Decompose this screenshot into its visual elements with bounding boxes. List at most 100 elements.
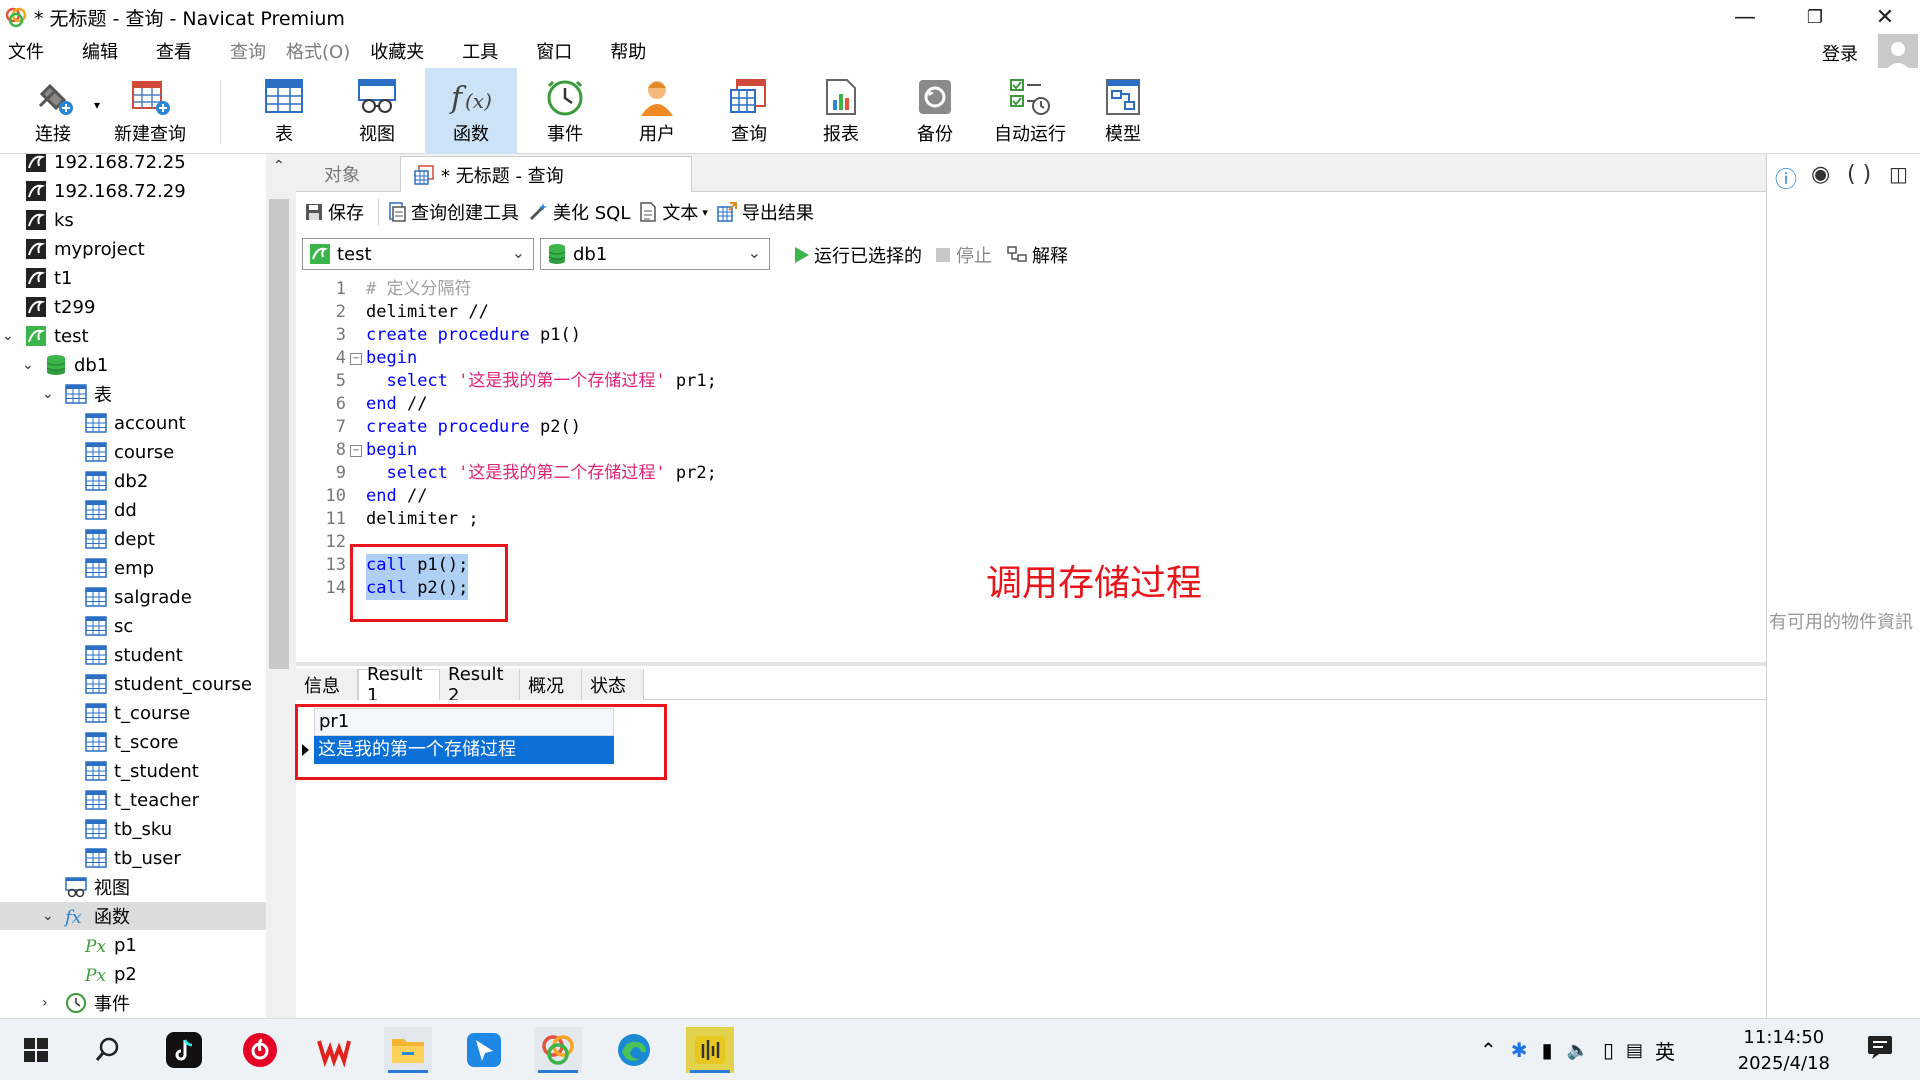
netease-music-icon[interactable] [236, 1027, 284, 1073]
table-button[interactable]: 表 [248, 68, 320, 154]
menu-favorites[interactable]: 收藏夹 [370, 38, 424, 64]
login-link[interactable]: 登录 [1822, 40, 1858, 66]
wps-office-icon[interactable] [310, 1027, 358, 1073]
connect-dropdown-icon[interactable]: ▾ [94, 98, 100, 112]
tab-result-1[interactable]: Result 1 [358, 664, 440, 706]
model-button[interactable]: 模型 [1086, 68, 1160, 154]
function-item[interactable]: Px p1 [0, 931, 266, 959]
info-icon[interactable]: ⓘ [1775, 162, 1797, 194]
table-item[interactable]: sc [0, 612, 266, 640]
connection-item[interactable]: myproject [0, 235, 266, 263]
table-item[interactable]: tb_sku [0, 815, 266, 843]
menu-query[interactable]: 查询 [230, 38, 266, 64]
database-item[interactable]: ⌄ db1 [0, 351, 266, 379]
windows-start-icon[interactable] [12, 1027, 60, 1073]
query-button[interactable]: 查询 [712, 68, 786, 154]
query-builder-button[interactable]: 查询创建工具 [387, 199, 519, 225]
table-item[interactable]: dept [0, 525, 266, 553]
minimize-button[interactable]: — [1710, 0, 1780, 34]
tab-result-2[interactable]: Result 2 [440, 664, 520, 706]
beautify-sql-button[interactable]: 美化 SQL [527, 199, 630, 225]
brackets-icon[interactable]: ( ) [1847, 162, 1871, 187]
restore-button[interactable]: ❐ [1780, 0, 1850, 34]
feishu-icon[interactable] [460, 1027, 508, 1073]
save-button[interactable]: 保存 [304, 199, 364, 225]
report-button[interactable]: 报表 [804, 68, 878, 154]
explain-button[interactable]: 解释 [1006, 242, 1068, 268]
views-group[interactable]: 视图 [0, 873, 266, 901]
layout-icon[interactable]: ◫ [1889, 162, 1908, 186]
table-item[interactable]: emp [0, 554, 266, 582]
scrollbar-thumb[interactable] [269, 199, 289, 669]
search-icon[interactable] [84, 1027, 132, 1073]
tab-objects[interactable]: 对象 [312, 156, 372, 192]
menu-view[interactable]: 查看 [156, 38, 192, 64]
close-button[interactable]: ✕ [1850, 0, 1920, 34]
functions-group[interactable]: ⌄ fx 函数 [0, 902, 266, 930]
expand-chevron-icon[interactable]: ⌄ [42, 386, 54, 402]
network-icon[interactable]: ▤ [1626, 1040, 1643, 1061]
navicat-taskbar-icon[interactable] [534, 1027, 582, 1073]
menu-edit[interactable]: 编辑 [82, 38, 118, 64]
tray-expand-icon[interactable]: ⌃ [1480, 1038, 1497, 1062]
tab-profile[interactable]: 概况 [520, 669, 582, 700]
export-results-button[interactable]: 导出结果 [716, 199, 814, 225]
user-button[interactable]: 用户 [620, 68, 694, 154]
tiktok-icon[interactable] [160, 1027, 208, 1073]
table-item[interactable]: db2 [0, 467, 266, 495]
stop-button[interactable]: 停止 [934, 242, 992, 268]
tab-query[interactable]: * 无标题 - 查询 [400, 156, 692, 192]
backup-button[interactable]: 备份 [898, 68, 972, 154]
menu-help[interactable]: 帮助 [610, 38, 646, 64]
events-group[interactable]: › 事件 [0, 989, 266, 1017]
connection-item[interactable]: ⌄ test [0, 322, 266, 350]
tab-info[interactable]: 信息 [296, 669, 358, 700]
function-item[interactable]: Px p2 [0, 960, 266, 988]
table-item[interactable]: salgrade [0, 583, 266, 611]
view-button[interactable]: 视图 [340, 68, 414, 154]
new-query-button[interactable]: 新建查询 [108, 68, 192, 154]
database-select[interactable]: db1 ⌄ [540, 238, 770, 270]
taskbar-clock[interactable]: 11:14:50 2025/4/18 [1738, 1025, 1830, 1077]
table-item[interactable]: account [0, 409, 266, 437]
tab-status[interactable]: 状态 [582, 669, 644, 700]
eye-icon[interactable]: ◉ [1811, 162, 1830, 187]
menu-format[interactable]: 格式(O) [286, 38, 350, 64]
expand-chevron-icon[interactable]: ⌄ [22, 357, 34, 373]
table-item[interactable]: dd [0, 496, 266, 524]
ime-indicator[interactable]: 英 [1655, 1036, 1675, 1065]
expand-chevron-icon[interactable]: ⌄ [2, 328, 14, 344]
table-item[interactable]: student_course [0, 670, 266, 698]
notification-icon[interactable] [1866, 1033, 1894, 1065]
connection-item[interactable]: 192.168.72.25 [0, 154, 266, 176]
connection-item[interactable]: 192.168.72.29 [0, 177, 266, 205]
event-button[interactable]: 事件 [528, 68, 602, 154]
function-button[interactable]: f (x) 函数 [425, 68, 517, 154]
menu-file[interactable]: 文件 [8, 38, 44, 64]
menu-window[interactable]: 窗口 [536, 38, 572, 64]
connect-button[interactable]: 连接 [22, 68, 84, 154]
battery-icon[interactable]: ▮ [1542, 1038, 1553, 1062]
text-dropdown-icon[interactable]: ▾ [702, 206, 708, 219]
table-item[interactable]: t_score [0, 728, 266, 756]
file-explorer-icon[interactable] [384, 1027, 432, 1073]
table-item[interactable]: t_student [0, 757, 266, 785]
connection-item[interactable]: t299 [0, 293, 266, 321]
scroll-up-icon[interactable]: ⌃ [273, 158, 285, 174]
table-item[interactable]: course [0, 438, 266, 466]
table-item[interactable]: tb_user [0, 844, 266, 872]
volume-icon[interactable]: 🔈 [1567, 1040, 1589, 1061]
automation-button[interactable]: 自动运行 [986, 68, 1074, 154]
phone-icon[interactable]: ▯ [1603, 1038, 1614, 1062]
text-button[interactable]: 文本 ▾ [638, 199, 708, 225]
bluetooth-icon[interactable]: ✱ [1511, 1038, 1528, 1062]
table-item[interactable]: student [0, 641, 266, 669]
audio-app-icon[interactable] [686, 1027, 734, 1073]
table-item[interactable]: t_teacher [0, 786, 266, 814]
tables-group[interactable]: ⌄ 表 [0, 380, 266, 408]
connection-item[interactable]: t1 [0, 264, 266, 292]
sidebar-scrollbar[interactable]: ⌃ [266, 154, 292, 1018]
collapse-chevron-icon[interactable]: › [42, 995, 48, 1011]
menu-tools[interactable]: 工具 [462, 38, 498, 64]
expand-chevron-icon[interactable]: ⌄ [42, 908, 54, 924]
